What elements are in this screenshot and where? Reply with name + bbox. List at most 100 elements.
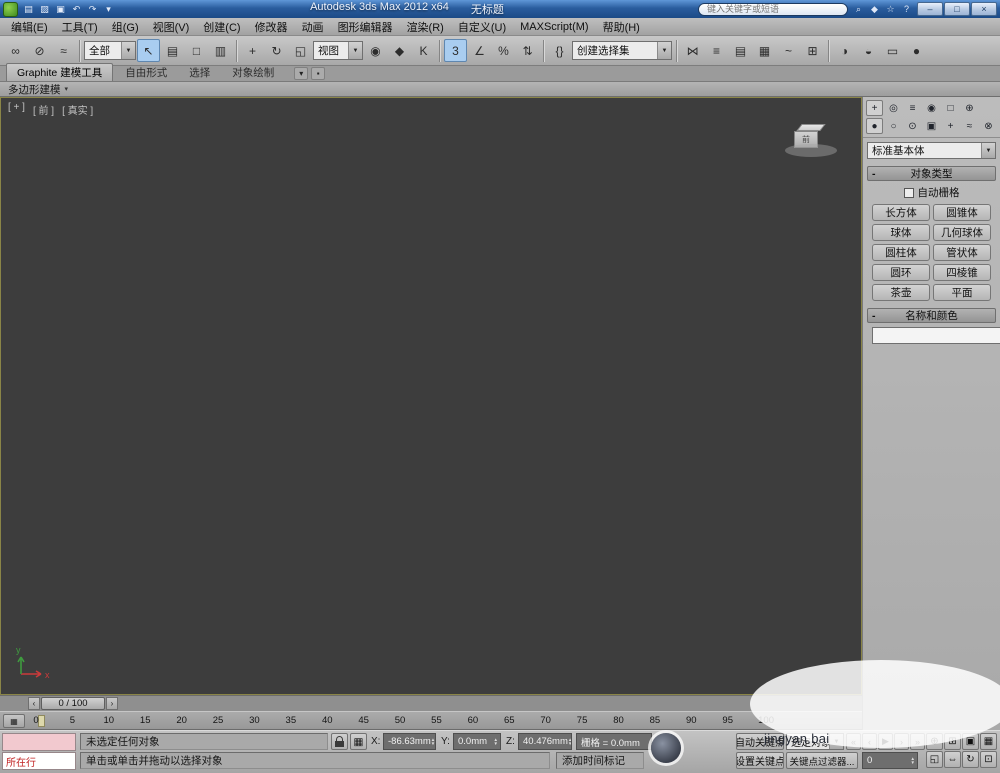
menu-item[interactable]: 创建(C) (196, 19, 247, 35)
display-tab-icon[interactable]: □ (942, 100, 959, 116)
viewport-menu-view[interactable]: [ 前 ] (33, 102, 54, 117)
menu-item[interactable]: 修改器 (248, 19, 295, 35)
edit-named-selection-sets-icon[interactable]: {} (548, 39, 571, 62)
object-name-input[interactable] (872, 327, 1000, 344)
open-file-icon[interactable]: ▨ (37, 2, 52, 16)
orbit-icon[interactable]: ↻ (962, 751, 979, 768)
mirror-icon[interactable]: ⋈ (681, 39, 704, 62)
viewport-menu-shading[interactable]: [ 真实 ] (62, 102, 93, 117)
graphite-ribbon-toggle-icon[interactable]: ▦ (753, 39, 776, 62)
select-and-manipulate-icon[interactable]: ◆ (388, 39, 411, 62)
macro-recorder-pane[interactable] (2, 733, 76, 751)
spinner-icon[interactable]: ▲ ▼ (494, 737, 498, 746)
previous-frame-icon[interactable]: ‹ (862, 733, 877, 750)
zoom-region-icon[interactable]: ◱ (926, 751, 943, 768)
viewport-front[interactable]: [ + ] [ 前 ] [ 真实 ] 前 x y (0, 97, 862, 695)
cameras-category-icon[interactable]: ▣ (923, 118, 940, 134)
utilities-tab-icon[interactable]: ⊕ (961, 100, 978, 116)
object-type-button[interactable]: 长方体 (872, 204, 930, 221)
viewport-menu-general[interactable]: [ + ] (8, 102, 25, 117)
zoom-extents-all-icon[interactable]: ▦ (980, 733, 997, 750)
geometry-category-icon[interactable]: ● (866, 118, 883, 134)
auto-key-button[interactable]: 自动关键点 (736, 733, 784, 750)
go-to-end-icon[interactable]: » (910, 733, 925, 750)
redo-icon[interactable]: ↷ (85, 2, 100, 16)
zoom-all-icon[interactable]: ⊞ (944, 733, 961, 750)
select-object-icon[interactable]: ↖ (137, 39, 160, 62)
menu-item[interactable]: 编辑(E) (4, 19, 55, 35)
set-key-button[interactable]: 设置关键点 (736, 752, 784, 769)
snaps-toggle-icon[interactable]: 3 (444, 39, 467, 62)
object-type-button[interactable]: 管状体 (933, 244, 991, 261)
object-type-button[interactable]: 圆锥体 (933, 204, 991, 221)
time-slider-prev-button[interactable]: ‹ (28, 697, 40, 710)
select-and-link-icon[interactable]: ∞ (4, 39, 27, 62)
menu-item[interactable]: 图形编辑器 (331, 19, 400, 35)
spinner-icon[interactable]: ▲ ▼ (431, 737, 435, 746)
menu-item[interactable]: 工具(T) (55, 19, 105, 35)
window-crossing-icon[interactable]: ▥ (209, 39, 232, 62)
material-editor-icon[interactable]: ◑ (833, 39, 856, 62)
3ds-max-logo-icon[interactable] (3, 1, 18, 17)
named-selection-sets-dropdown[interactable]: 创建选择集 ▼ (572, 41, 672, 60)
spinner-icon[interactable]: ▲ ▼ (568, 737, 571, 746)
favorites-icon[interactable]: ☆ (883, 2, 898, 16)
key-filters-button[interactable]: 关键点过滤器... (786, 752, 858, 769)
save-file-icon[interactable]: ▣ (53, 2, 68, 16)
select-and-scale-icon[interactable]: ◱ (289, 39, 312, 62)
object-type-button[interactable]: 几何球体 (933, 224, 991, 241)
object-type-button[interactable]: 圆柱体 (872, 244, 930, 261)
percent-snap-icon[interactable]: % (492, 39, 515, 62)
modify-tab-icon[interactable]: ◎ (885, 100, 902, 116)
align-icon[interactable]: ≡ (705, 39, 728, 62)
systems-category-icon[interactable]: ⊗ (980, 118, 997, 134)
menu-item[interactable]: 动画 (295, 19, 331, 35)
bind-to-space-warp-icon[interactable]: ≈ (52, 39, 75, 62)
selection-lock-toggle[interactable] (331, 733, 348, 750)
render-setup-icon[interactable]: ◒ (857, 39, 880, 62)
object-type-button[interactable]: 四棱锥 (933, 264, 991, 281)
create-tab-icon[interactable]: + (866, 100, 883, 116)
search-icon[interactable]: ⌕ (851, 2, 866, 16)
x-coordinate-field[interactable]: -86.63mm ▲ ▼ (383, 733, 436, 750)
render-production-icon[interactable]: ● (905, 39, 928, 62)
reference-coordinate-dropdown[interactable]: 视图 ▼ (313, 41, 363, 60)
maximize-viewport-toggle-icon[interactable]: ⊡ (980, 751, 997, 768)
maximize-button[interactable]: □ (944, 2, 970, 16)
communication-center-icon[interactable]: ◆ (867, 2, 882, 16)
unlink-selection-icon[interactable]: ⊘ (28, 39, 51, 62)
object-type-button[interactable]: 圆环 (872, 264, 930, 281)
open-mini-curve-editor-icon[interactable]: ▦ (3, 714, 25, 728)
minimize-button[interactable]: – (917, 2, 943, 16)
select-and-rotate-icon[interactable]: ↻ (265, 39, 288, 62)
search-input[interactable] (698, 2, 848, 16)
rendered-frame-window-icon[interactable]: ▭ (881, 39, 904, 62)
key-selection-dropdown[interactable]: 选定对象 ▼ (786, 733, 844, 750)
viewcube[interactable]: 前 (785, 124, 837, 164)
spinner-icon[interactable]: ▲ ▼ (911, 756, 915, 765)
absolute-mode-toggle[interactable]: ▦ (350, 733, 367, 750)
z-coordinate-field[interactable]: 40.476mm ▲ ▼ (518, 733, 572, 750)
rectangular-selection-region-icon[interactable]: □ (185, 39, 208, 62)
layer-manager-icon[interactable]: ▤ (729, 39, 752, 62)
go-to-start-icon[interactable]: « (846, 733, 861, 750)
object-type-rollout-header[interactable]: - 对象类型 (867, 166, 996, 181)
menu-item[interactable]: 帮助(H) (596, 19, 647, 35)
keyboard-shortcut-override-icon[interactable]: K (412, 39, 435, 62)
viewcube-top-face[interactable] (796, 124, 826, 131)
menu-item[interactable]: 视图(V) (146, 19, 197, 35)
helpers-category-icon[interactable]: + (942, 118, 959, 134)
maxscript-mini-listener[interactable]: 所在行 (2, 752, 76, 770)
use-pivot-point-center-icon[interactable]: ◉ (364, 39, 387, 62)
autogrid-checkbox[interactable] (903, 187, 914, 198)
spinner-snap-icon[interactable]: ⇅ (516, 39, 539, 62)
undo-icon[interactable]: ↶ (69, 2, 84, 16)
name-color-rollout-header[interactable]: - 名称和颜色 (867, 308, 996, 323)
time-slider-handle[interactable]: 0 / 100 (41, 697, 105, 710)
zoom-icon[interactable]: ⊕ (926, 733, 943, 750)
ribbon-tab[interactable]: 选择 (179, 64, 220, 81)
ribbon-tab[interactable]: Graphite 建模工具 (6, 63, 114, 81)
qat-options-icon[interactable]: ▾ (101, 2, 116, 16)
hierarchy-tab-icon[interactable]: ≡ (904, 100, 921, 116)
object-type-button[interactable]: 平面 (933, 284, 991, 301)
